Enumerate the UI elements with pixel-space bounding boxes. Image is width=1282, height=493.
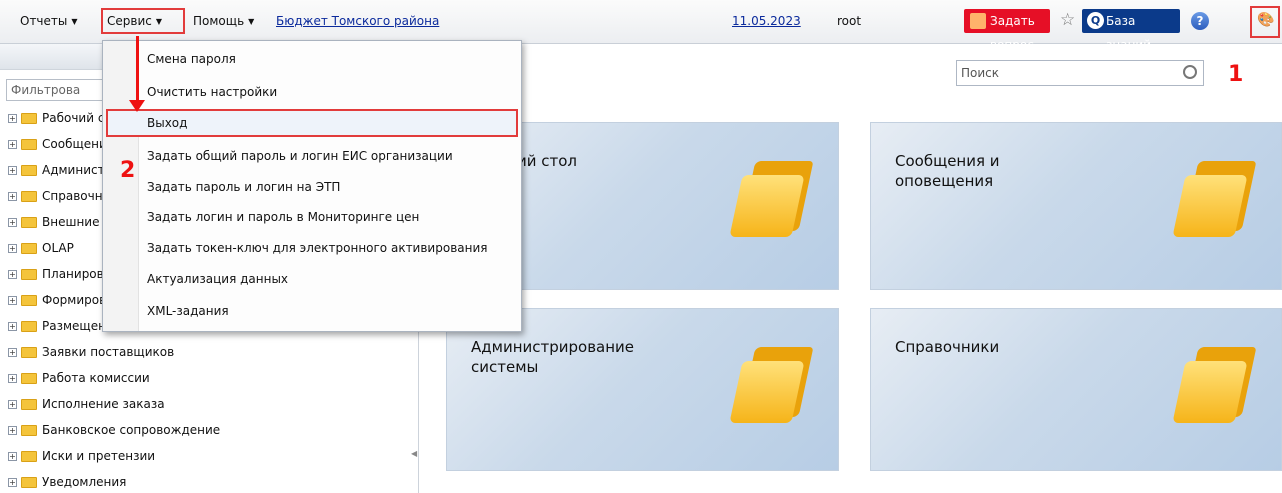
tree-label: Заявки поставщиков xyxy=(42,345,175,359)
menu-item-data-update[interactable]: Актуализация данных xyxy=(147,264,288,294)
folder-icon xyxy=(21,139,37,150)
menu-icon-strip xyxy=(103,41,139,331)
expand-icon[interactable]: + xyxy=(8,348,17,357)
expand-icon[interactable]: + xyxy=(8,426,17,435)
help-icon[interactable]: ? xyxy=(1191,12,1209,30)
folder-icon xyxy=(21,269,37,280)
tile-title: Сообщения и оповещения xyxy=(895,152,1000,190)
tree-item[interactable]: + Иски и претензии xyxy=(8,447,155,465)
folder-icon xyxy=(21,321,37,332)
annotation-number-1: 1 xyxy=(1228,62,1244,87)
caret-down-icon: ▼ xyxy=(155,17,163,26)
tile-references[interactable]: Справочники xyxy=(870,308,1282,471)
expand-icon[interactable]: + xyxy=(8,322,17,331)
tree-item[interactable]: + Работа комиссии xyxy=(8,369,150,387)
menu-help[interactable]: Помощь ▼ xyxy=(193,10,254,32)
tree-item[interactable]: + Уведомления xyxy=(8,473,126,491)
expand-icon[interactable]: + xyxy=(8,374,17,383)
search-icon[interactable] xyxy=(1183,65,1197,79)
folder-icon xyxy=(1172,161,1257,237)
menu-item-xml-tasks[interactable]: XML-задания xyxy=(147,296,229,326)
star-icon[interactable]: ☆ xyxy=(1060,10,1075,30)
folder-icon xyxy=(21,165,37,176)
menu-item-change-password[interactable]: Смена пароля xyxy=(147,44,236,74)
caret-down-icon: ▼ xyxy=(71,17,78,26)
folder-icon xyxy=(21,295,37,306)
tile-messages[interactable]: Сообщения и оповещения xyxy=(870,122,1282,290)
expand-icon[interactable]: + xyxy=(8,140,17,149)
menu-item-logout[interactable]: Выход xyxy=(147,108,187,138)
question-chat-icon xyxy=(970,13,986,29)
folder-icon xyxy=(21,347,37,358)
search-placeholder: Поиск xyxy=(961,66,1000,80)
expand-icon[interactable]: + xyxy=(8,270,17,279)
folder-icon xyxy=(21,243,37,254)
folder-icon xyxy=(21,191,37,202)
expand-icon[interactable]: + xyxy=(8,114,17,123)
menu-item-token-key[interactable]: Задать токен-ключ для электронного актив… xyxy=(147,233,487,263)
search-input[interactable]: Поиск xyxy=(956,60,1204,86)
tile-administration[interactable]: Администрирование системы xyxy=(446,308,839,471)
expand-icon[interactable]: + xyxy=(8,452,17,461)
menu-reports-label: Отчеты xyxy=(20,14,68,28)
annotation-number-2: 2 xyxy=(120,158,136,183)
tree-label: Банковское сопровождение xyxy=(42,423,221,437)
knowledge-base-label: База знаний xyxy=(1106,14,1152,52)
tree-label: Исполнение заказа xyxy=(42,397,165,411)
ask-question-label: Задать вопрос xyxy=(990,14,1035,52)
folder-icon xyxy=(21,451,37,462)
menu-item-clear-settings[interactable]: Очистить настройки xyxy=(147,77,277,107)
menu-service-label: Сервис xyxy=(107,14,152,28)
expand-icon[interactable]: + xyxy=(8,244,17,253)
expand-icon[interactable]: + xyxy=(8,166,17,175)
folder-icon xyxy=(1172,347,1257,423)
tree-item[interactable]: + Исполнение заказа xyxy=(8,395,165,413)
folder-icon xyxy=(21,113,37,124)
expand-icon[interactable]: + xyxy=(8,192,17,201)
expand-icon[interactable]: + xyxy=(8,400,17,409)
folder-icon xyxy=(729,161,814,237)
ask-question-button[interactable]: Задать вопрос xyxy=(964,9,1050,52)
magnifier-icon: Q xyxy=(1087,12,1104,29)
menu-help-label: Помощь xyxy=(193,14,245,28)
tile-title: Администрирование системы xyxy=(471,338,635,376)
folder-icon xyxy=(729,347,814,423)
menu-item-eis-credentials[interactable]: Задать общий пароль и логин ЕИС организа… xyxy=(147,141,453,171)
knowledge-base-button[interactable]: Q База знаний xyxy=(1082,9,1180,52)
app-settings-icon[interactable]: 🎨 xyxy=(1257,12,1274,28)
tree-label: Работа комиссии xyxy=(42,371,150,385)
date-link[interactable]: 11.05.2023 xyxy=(732,10,801,32)
user-name: root xyxy=(837,14,862,28)
tile-title: ий стол xyxy=(517,152,578,170)
folder-icon xyxy=(21,477,37,488)
tree-item[interactable]: + OLAP xyxy=(8,239,74,257)
annotation-arrow xyxy=(136,36,139,104)
tile-title: Справочники xyxy=(895,338,1000,356)
menu-reports[interactable]: Отчеты ▼ xyxy=(20,10,78,32)
budget-link[interactable]: Бюджет Томского района xyxy=(276,10,439,32)
folder-icon xyxy=(21,373,37,384)
tree-item[interactable]: + Внешние xyxy=(8,213,99,231)
top-menubar: Отчеты ▼ Сервис ▼ Помощь ▼ Бюджет Томского … xyxy=(0,0,1282,52)
expand-icon[interactable]: + xyxy=(8,218,17,227)
tree-label: OLAP xyxy=(42,241,74,255)
expand-icon[interactable]: + xyxy=(8,296,17,305)
tree-label: Уведомления xyxy=(42,475,127,489)
folder-icon xyxy=(21,399,37,410)
folder-icon xyxy=(21,217,37,228)
menu-item-price-monitoring[interactable]: Задать логин и пароль в Мониторинге цен xyxy=(147,202,419,232)
annotation-arrow-head xyxy=(129,100,145,112)
service-dropdown-menu: Смена пароля Очистить настройки Выход За… xyxy=(102,40,522,332)
tree-label: Иски и претензии xyxy=(42,449,156,463)
menu-item-etp-credentials[interactable]: Задать пароль и логин на ЭТП xyxy=(147,172,340,202)
expand-icon[interactable]: + xyxy=(8,478,17,487)
collapse-splitter-icon[interactable]: ◀ xyxy=(411,449,417,469)
caret-down-icon: ▼ xyxy=(248,17,255,26)
tree-item[interactable]: + Банковское сопровождение xyxy=(8,421,220,439)
tree-item[interactable]: + Заявки поставщиков xyxy=(8,343,174,361)
menu-service[interactable]: Сервис ▼ xyxy=(107,10,162,32)
folder-icon xyxy=(21,425,37,436)
tree-label: Внешние xyxy=(42,215,100,229)
